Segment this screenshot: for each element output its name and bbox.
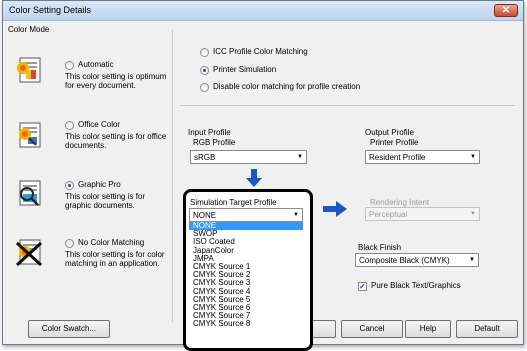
- mode-desc-office-color-line2: documents.: [65, 141, 107, 150]
- no-color-matching-icon: [15, 239, 43, 267]
- window-title: Color Setting Details: [9, 5, 92, 15]
- rgb-profile-select[interactable]: sRGB ▼: [190, 150, 307, 164]
- arrow-down-icon: [246, 169, 262, 187]
- mode-label-graphic-pro: Graphic Pro: [78, 180, 121, 189]
- simulation-target-value: NONE: [193, 211, 217, 220]
- chevron-down-icon: ▼: [293, 212, 299, 218]
- label-disable-color-matching: Disable color matching for profile creat…: [213, 82, 361, 91]
- rgb-profile-value: sRGB: [194, 153, 216, 162]
- mode-desc-no-color-matching-line1: This color setting is for color: [65, 250, 165, 259]
- mode-desc-automatic-line1: This color setting is optimum: [65, 72, 167, 81]
- automatic-color-icon: [17, 57, 41, 83]
- pure-black-checkbox[interactable]: ✓: [358, 282, 367, 291]
- color-mode-heading: Color Mode: [8, 25, 50, 34]
- simulation-target-label: Simulation Target Profile: [190, 198, 277, 207]
- mode-label-office-color: Office Color: [78, 120, 121, 129]
- title-bar: Color Setting Details ✕: [3, 1, 523, 21]
- section-divider: [180, 105, 515, 106]
- printer-profile-value: Resident Profile: [369, 153, 426, 162]
- graphic-pro-icon: [19, 180, 41, 206]
- simulation-target-options: NONE SWOP ISO Coated JapanColor JMPA CMYK Sou…: [189, 221, 303, 348]
- black-finish-label: Black Finish: [358, 243, 402, 252]
- mode-label-no-color-matching: No Color Matching: [78, 238, 145, 247]
- radio-icc-profile-matching[interactable]: [200, 48, 209, 57]
- mode-desc-office-color-line1: This color setting is for office: [65, 132, 167, 141]
- chevron-down-icon: ▼: [470, 211, 476, 217]
- rendering-intent-value: Perceptual: [369, 210, 408, 219]
- mode-desc-graphic-pro-line2: graphic documents.: [65, 201, 135, 210]
- rendering-intent-label: Rendering Intent: [370, 198, 430, 207]
- mode-label-automatic: Automatic: [78, 60, 114, 69]
- radio-disable-color-matching[interactable]: [200, 83, 209, 92]
- simulation-target-select[interactable]: NONE ▼: [189, 208, 303, 222]
- mode-radio-graphic-pro[interactable]: [65, 181, 74, 190]
- printer-profile-label: Printer Profile: [370, 138, 419, 147]
- printer-profile-select[interactable]: Resident Profile ▼: [365, 150, 480, 164]
- mode-desc-no-color-matching-line2: matching in an application.: [65, 259, 160, 268]
- black-finish-select[interactable]: Composite Black (CMYK) ▼: [355, 253, 479, 267]
- mode-radio-automatic[interactable]: [65, 61, 74, 70]
- label-icc-profile-matching: ICC Profile Color Matching: [213, 47, 308, 56]
- cancel-button[interactable]: Cancel: [341, 320, 403, 338]
- mode-radio-no-color-matching[interactable]: [65, 239, 74, 248]
- pure-black-label: Pure Black Text/Graphics: [371, 281, 461, 290]
- label-printer-simulation: Printer Simulation: [213, 65, 277, 74]
- chevron-down-icon: ▼: [469, 257, 475, 263]
- chevron-down-icon: ▼: [470, 154, 476, 160]
- color-swatch-button[interactable]: Color Swatch...: [28, 320, 110, 338]
- help-button[interactable]: Help: [405, 320, 451, 338]
- black-finish-value: Composite Black (CMYK): [359, 256, 450, 265]
- mode-desc-automatic-line2: for every document.: [65, 81, 136, 90]
- arrow-right-icon: [323, 201, 347, 217]
- close-button[interactable]: ✕: [494, 4, 518, 17]
- office-color-icon: [19, 122, 41, 148]
- mode-desc-graphic-pro-line1: This color setting is for: [65, 192, 146, 201]
- rendering-intent-select[interactable]: Perceptual ▼: [365, 207, 480, 221]
- chevron-down-icon: ▼: [297, 154, 303, 160]
- mode-radio-office-color[interactable]: [65, 121, 74, 130]
- simulation-option[interactable]: CMYK Source 8: [189, 320, 303, 328]
- default-button[interactable]: Default: [456, 320, 518, 338]
- rgb-profile-label: RGB Profile: [193, 138, 236, 147]
- color-mode-divider: [172, 30, 173, 322]
- output-profile-heading: Output Profile: [365, 128, 414, 137]
- input-profile-heading: Input Profile: [188, 128, 231, 137]
- radio-printer-simulation[interactable]: [200, 66, 209, 75]
